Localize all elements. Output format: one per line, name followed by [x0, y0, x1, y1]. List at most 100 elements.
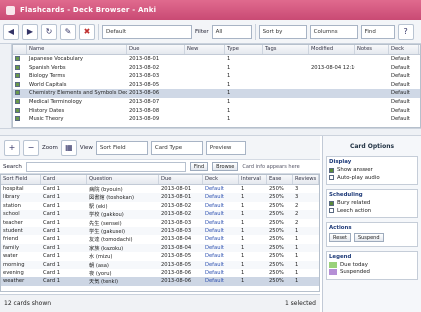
action-buttons: Reset Suspend [329, 233, 415, 242]
grid-header: Sort Field Card Question Due Deck Interv… [1, 175, 319, 185]
edit-icon[interactable]: ✎ [60, 23, 76, 40]
row-checkbox [13, 55, 27, 64]
grid-icon[interactable]: ▦ [60, 139, 77, 156]
table-row[interactable]: morning Card 1 朝 (asa) 2013-08-05 Default 1 25… [1, 260, 319, 269]
suspend-button[interactable]: Suspend [353, 233, 384, 242]
tree-row[interactable]: Chemistry Elements and Symbols Deck 2013-… [13, 89, 420, 98]
table-row[interactable]: teacher Card 1 先生 (sensei) 2013-08-03 Defaul… [1, 219, 319, 227]
col-sort-field[interactable]: Sort Field [1, 175, 41, 184]
col-deck[interactable]: Deck [389, 45, 419, 54]
checkbox[interactable] [329, 208, 334, 213]
zoom-out-icon[interactable]: − [23, 139, 39, 156]
browser-toolbar: + − Zoom ▦ View Sort Field Card Type Pre… [0, 136, 320, 160]
table-row[interactable]: friend Card 1 友達 (tomodachi) 2013-08-04 Defa… [1, 235, 319, 243]
sort-combo[interactable]: Sort by [258, 24, 307, 39]
find-button[interactable]: Find [189, 162, 209, 171]
cell-a: morning [3, 261, 25, 268]
forward-icon[interactable]: ▶ [22, 23, 38, 40]
col-due[interactable]: Due [127, 45, 185, 54]
filter-combo[interactable]: All [211, 24, 252, 39]
cell-b: Card 1 [43, 244, 61, 251]
cell-due: 2013-08-08 [129, 107, 160, 114]
checkbox[interactable] [329, 200, 334, 206]
table-row[interactable]: student Card 1 学生 (gakusei) 2013-08-03 Defau… [1, 226, 319, 236]
cell-e: Default [205, 202, 224, 209]
option-autoplay[interactable]: Auto-play audio [329, 175, 415, 181]
zoom-in-icon[interactable]: + [4, 139, 20, 156]
col-modified[interactable]: Modified [309, 45, 355, 54]
col-type[interactable]: Type [225, 45, 263, 54]
table-row[interactable]: water Card 1 水 (mizu) 2013-08-05 Default 1 250… [1, 252, 319, 260]
columns-combo[interactable]: Columns [309, 24, 358, 39]
browse-button[interactable]: Browse [212, 162, 239, 171]
main-toolbar: ◀ ▶ ↻ ✎ ✖ Default Filter All Sort by Col… [0, 20, 421, 44]
cell-modified [309, 115, 355, 124]
option-leech[interactable]: Leech action [329, 208, 415, 214]
cell-deck: Default [391, 107, 410, 114]
cell-h: 2 [295, 202, 299, 209]
cell-e: Default [205, 278, 224, 285]
reset-button[interactable]: Reset [329, 233, 351, 242]
sort-field-combo[interactable]: Sort Field [95, 140, 148, 155]
table-row[interactable]: school Card 1 学校 (gakkou) 2013-08-02 Default… [1, 210, 319, 219]
card-type-combo[interactable]: Card Type [150, 140, 203, 155]
tree-row[interactable]: Japanese Vocabulary 2013-08-01 1 Default [13, 55, 420, 64]
cell-h: 3 [295, 186, 299, 192]
tree-row[interactable]: World Capitals 2013-08-05 1 Default [13, 81, 420, 90]
refresh-icon[interactable]: ↻ [41, 23, 57, 40]
window-title: Flashcards - Deck Browser - Anki [20, 6, 157, 14]
back-icon[interactable]: ◀ [3, 23, 19, 40]
cell-type: 1 [227, 56, 231, 62]
cell-due: 2013-08-05 [129, 81, 160, 88]
help-icon[interactable]: ? [397, 23, 414, 40]
cell-g: 250% [269, 202, 284, 209]
cell-b: Card 1 [43, 269, 61, 276]
cell-f: 1 [241, 261, 245, 268]
pane-splitter[interactable] [0, 128, 421, 136]
cell-h: 1 [295, 261, 299, 268]
option-show-answer[interactable]: Show answer [329, 167, 415, 173]
cell-c: 天気 (tenki) [89, 279, 119, 286]
deck-combo[interactable]: Default [102, 24, 192, 39]
cell-h: 1 [295, 227, 299, 234]
delete-icon[interactable]: ✖ [79, 23, 95, 40]
cell-notes [355, 89, 389, 98]
table-row[interactable]: family Card 1 家族 (kazoku) 2013-08-04 Default… [1, 243, 319, 253]
col-ease[interactable]: Ease [267, 175, 293, 184]
app-icon [6, 5, 15, 15]
table-row[interactable]: hospital Card 1 病院 (byouin) 2013-08-01 Defau… [1, 185, 319, 193]
col-question[interactable]: Question [87, 175, 159, 184]
col-new[interactable]: New [185, 45, 225, 54]
cell-h: 3 [295, 194, 299, 201]
tree-row[interactable]: Biology Terms 2013-08-03 1 Default [13, 72, 420, 81]
preview-button[interactable]: Preview [205, 140, 246, 155]
cell-a: weather [3, 278, 25, 285]
cell-deck: Default [391, 90, 410, 97]
tree-row[interactable]: Spanish Verbs 2013-08-02 1 2013-08-04 12:10… [13, 64, 420, 73]
col-name[interactable]: Name [27, 45, 127, 54]
table-row[interactable]: library Card 1 図書館 (toshokan) 2013-08-01 Def… [1, 193, 319, 202]
checkbox[interactable] [329, 167, 334, 173]
search-input[interactable] [25, 161, 186, 172]
cell-name: Biology Terms [29, 73, 66, 80]
cell-f: 1 [241, 269, 245, 276]
col-interval[interactable]: Interval [239, 175, 267, 184]
col-card[interactable]: Card [41, 175, 87, 184]
col-deck[interactable]: Deck [203, 175, 239, 184]
col-due[interactable]: Due [159, 175, 203, 184]
find-combo[interactable]: Find [360, 24, 395, 39]
col-notes[interactable]: Notes [355, 45, 389, 54]
legend-section: Legend Due today Suspended [326, 250, 418, 280]
table-row[interactable]: weather Card 1 天気 (tenki) 2013-08-06 Default… [1, 277, 319, 286]
card-grid: Sort Field Card Question Due Deck Interv… [0, 174, 320, 292]
cell-c: 図書館 (toshokan) [89, 195, 135, 202]
table-row[interactable]: evening Card 1 夜 (yoru) 2013-08-06 Default 1 2… [1, 269, 319, 277]
tree-row[interactable]: Medical Terminology 2013-08-07 1 Default [13, 98, 420, 107]
checkbox[interactable] [329, 175, 334, 180]
option-bury[interactable]: Bury related [329, 200, 415, 206]
col-tags[interactable]: Tags [263, 45, 309, 54]
col-reviews[interactable]: Reviews [293, 175, 319, 184]
tree-row[interactable]: History Dates 2013-08-08 1 Default [13, 107, 420, 116]
table-row[interactable]: station Card 1 駅 (eki) 2013-08-02 Default 1 25… [1, 202, 319, 210]
tree-row[interactable]: Music Theory 2013-08-09 1 Default [13, 115, 420, 124]
